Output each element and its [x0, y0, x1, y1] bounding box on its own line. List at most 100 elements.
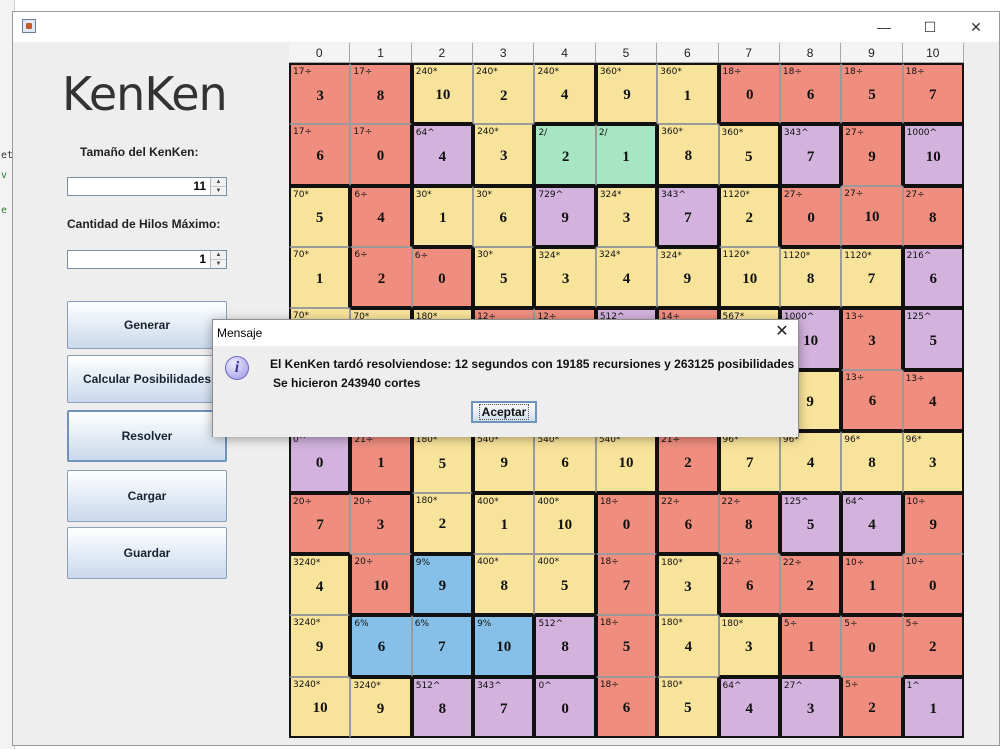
maximize-button[interactable]: ☐ [907, 12, 953, 42]
aceptar-button[interactable]: Aceptar [471, 401, 537, 423]
kenken-cell[interactable]: 1120* 2 [718, 185, 780, 248]
kenken-cell[interactable]: 17÷ 8 [350, 63, 412, 125]
column-header[interactable]: 3 [473, 43, 535, 63]
kenken-cell[interactable]: 13÷ 4 [902, 369, 964, 432]
resolver-button[interactable]: Resolver [67, 410, 227, 462]
column-header[interactable]: 5 [595, 43, 658, 63]
kenken-cell[interactable]: 70* 5 [289, 185, 351, 248]
kenken-cell[interactable]: 18÷ 7 [595, 553, 658, 616]
kenken-cell[interactable]: 17÷ 3 [289, 63, 351, 125]
kenken-cell[interactable]: 18÷ 6 [595, 676, 658, 738]
kenken-cell[interactable]: 180* 3 [657, 553, 719, 616]
kenken-cell[interactable]: 400* 5 [534, 553, 596, 616]
kenken-cell[interactable]: 18÷ 6 [779, 63, 842, 125]
kenken-cell[interactable]: 27^ 3 [779, 676, 842, 738]
kenken-cell[interactable]: 96* 3 [902, 431, 964, 493]
kenken-cell[interactable]: 180* 3 [718, 615, 780, 677]
kenken-cell[interactable]: 3240* 9 [289, 615, 351, 677]
kenken-cell[interactable]: 5÷ 1 [779, 615, 842, 677]
kenken-cell[interactable]: 20÷ 3 [350, 492, 412, 554]
kenken-cell[interactable]: 18÷ 7 [902, 63, 964, 125]
kenken-cell[interactable]: 27÷ 8 [902, 185, 964, 248]
size-spinner[interactable]: 11 ▲ ▼ [67, 177, 227, 196]
kenken-cell[interactable]: 324* 3 [534, 247, 596, 309]
calcular-posibilidades-button[interactable]: Calcular Posibilidades [67, 355, 227, 403]
kenken-cell[interactable]: 21÷ 2 [657, 431, 719, 493]
kenken-cell[interactable]: 64^ 4 [411, 124, 474, 186]
kenken-cell[interactable]: 343^ 7 [473, 676, 535, 738]
kenken-cell[interactable]: 0^ 0 [534, 676, 596, 738]
kenken-cell[interactable]: 6÷ 2 [350, 247, 412, 309]
kenken-cell[interactable]: 343^ 7 [779, 124, 842, 186]
kenken-cell[interactable]: 70* 1 [289, 247, 351, 309]
spinner-down-icon[interactable]: ▼ [211, 259, 226, 268]
kenken-cell[interactable]: 240* 10 [411, 63, 474, 125]
kenken-cell[interactable]: 64^ 4 [841, 492, 903, 554]
column-header[interactable]: 7 [718, 43, 780, 63]
column-header[interactable]: 4 [534, 43, 596, 63]
kenken-cell[interactable]: 5÷ 0 [841, 615, 903, 677]
kenken-cell[interactable]: 30* 6 [473, 185, 535, 248]
kenken-cell[interactable]: 21÷ 1 [350, 431, 412, 493]
kenken-cell[interactable]: 360* 8 [657, 124, 719, 186]
kenken-cell[interactable]: 18÷ 0 [595, 492, 658, 554]
kenken-cell[interactable]: 6% 6 [350, 615, 412, 677]
kenken-cell[interactable]: 30* 1 [411, 185, 474, 248]
kenken-cell[interactable]: 20÷ 10 [350, 553, 412, 616]
kenken-cell[interactable]: 20÷ 7 [289, 492, 351, 554]
kenken-cell[interactable]: 360* 1 [657, 63, 719, 125]
kenken-cell[interactable]: 22÷ 6 [718, 553, 780, 616]
kenken-cell[interactable]: 3240* 10 [289, 676, 351, 738]
kenken-cell[interactable]: 324* 4 [595, 247, 658, 309]
kenken-cell[interactable]: 324* 9 [657, 247, 719, 309]
column-header[interactable]: 1 [350, 43, 412, 63]
kenken-cell[interactable]: 343^ 7 [657, 185, 719, 248]
kenken-cell[interactable]: 540* 6 [534, 431, 596, 493]
minimize-button[interactable]: — [861, 12, 907, 42]
kenken-cell[interactable]: 1^ 1 [902, 676, 964, 738]
spinner-up-icon[interactable]: ▲ [211, 178, 226, 186]
kenken-cell[interactable]: 27÷ 9 [841, 124, 903, 186]
kenken-cell[interactable]: 1120* 8 [779, 247, 842, 309]
kenken-cell[interactable]: 400* 10 [534, 492, 596, 554]
kenken-cell[interactable]: 360* 9 [595, 63, 658, 125]
kenken-cell[interactable]: 400* 8 [473, 553, 535, 616]
kenken-cell[interactable]: 17÷ 0 [350, 124, 412, 186]
spinner-up-icon[interactable]: ▲ [211, 251, 226, 259]
column-header[interactable]: 0 [289, 43, 351, 63]
dialog-close-icon[interactable]: ✕ [772, 322, 792, 342]
kenken-cell[interactable]: 240* 3 [473, 124, 535, 186]
kenken-cell[interactable]: 22÷ 2 [779, 553, 842, 616]
kenken-cell[interactable]: 6÷ 0 [411, 247, 474, 309]
kenken-cell[interactable]: 13÷ 3 [841, 308, 903, 370]
column-header[interactable]: 10 [902, 43, 964, 63]
kenken-cell[interactable]: 1000^ 10 [902, 124, 964, 186]
kenken-cell[interactable]: 324* 3 [595, 185, 658, 248]
kenken-cell[interactable]: 540* 9 [473, 431, 535, 493]
spinner-down-icon[interactable]: ▼ [211, 186, 226, 195]
kenken-cell[interactable]: 96* 7 [718, 431, 780, 493]
kenken-cell[interactable]: 2/2 [534, 124, 596, 186]
kenken-cell[interactable]: 18÷ 0 [718, 63, 780, 125]
kenken-cell[interactable]: 10÷ 1 [841, 553, 903, 616]
kenken-cell[interactable]: 240* 4 [534, 63, 596, 125]
kenken-cell[interactable]: 10÷ 9 [902, 492, 964, 554]
column-header[interactable]: 2 [411, 43, 474, 63]
kenken-cell[interactable]: 125^ 5 [902, 308, 964, 370]
threads-spinner-arrows[interactable]: ▲ ▼ [210, 251, 226, 268]
kenken-cell[interactable]: 400* 1 [473, 492, 535, 554]
kenken-cell[interactable]: 0^ 0 [289, 431, 351, 493]
column-header[interactable]: 6 [657, 43, 719, 63]
kenken-cell[interactable]: 729^ 9 [534, 185, 596, 248]
kenken-cell[interactable]: 22÷ 8 [718, 492, 780, 554]
kenken-cell[interactable]: 30* 5 [473, 247, 535, 309]
kenken-cell[interactable]: 5÷ 2 [902, 615, 964, 677]
size-spinner-arrows[interactable]: ▲ ▼ [210, 178, 226, 195]
generar-button[interactable]: Generar [67, 301, 227, 349]
kenken-cell[interactable]: 27÷ 0 [779, 185, 842, 248]
kenken-cell[interactable]: 2/1 [595, 124, 658, 186]
kenken-cell[interactable]: 3240* 4 [289, 553, 351, 616]
kenken-cell[interactable]: 18÷ 5 [841, 63, 903, 125]
kenken-cell[interactable]: 5÷ 2 [841, 676, 903, 738]
cargar-button[interactable]: Cargar [67, 470, 227, 522]
